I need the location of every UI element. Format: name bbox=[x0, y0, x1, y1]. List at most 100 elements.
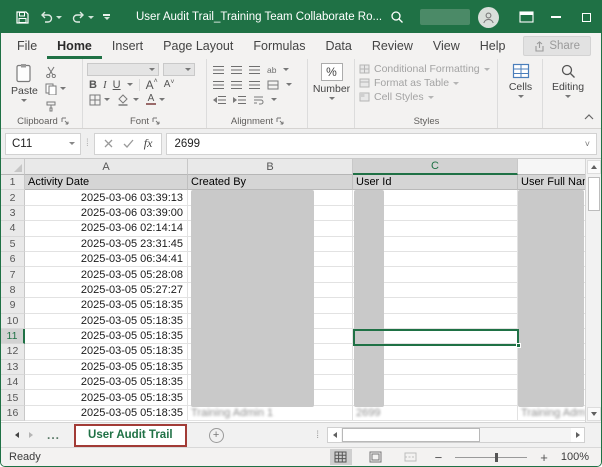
cell-A2[interactable]: 2025-03-06 03:39:13 bbox=[25, 190, 188, 205]
name-box-dropdown-icon[interactable] bbox=[69, 142, 75, 145]
fill-color-button[interactable] bbox=[117, 92, 139, 107]
increase-indent-icon[interactable] bbox=[233, 92, 246, 107]
row-header-2[interactable]: 2 bbox=[1, 190, 25, 205]
column-header-a[interactable]: A bbox=[25, 159, 188, 175]
cell-C1[interactable]: User Id bbox=[353, 175, 518, 190]
previous-sheet-icon[interactable] bbox=[15, 432, 19, 438]
page-layout-view-icon[interactable] bbox=[365, 449, 387, 465]
merge-center-dropdown-icon[interactable] bbox=[286, 83, 292, 86]
orientation-dropdown-icon[interactable] bbox=[283, 68, 289, 71]
cell-A13[interactable]: 2025-03-05 05:18:35 bbox=[25, 360, 188, 375]
format-painter-button[interactable] bbox=[45, 98, 66, 113]
account-avatar[interactable] bbox=[478, 7, 499, 28]
cut-button[interactable] bbox=[45, 64, 66, 79]
fill-color-dropdown-icon[interactable] bbox=[133, 98, 139, 101]
number-format-button[interactable]: % Number bbox=[309, 62, 354, 101]
cell-A14[interactable]: 2025-03-05 05:18:35 bbox=[25, 375, 188, 390]
scroll-down-icon[interactable] bbox=[587, 407, 601, 421]
more-sheets-icon[interactable]: ... bbox=[47, 428, 60, 442]
alignment-dialog-launcher[interactable] bbox=[276, 117, 284, 125]
column-header-b[interactable]: B bbox=[188, 159, 353, 175]
wrap-text-icon[interactable] bbox=[253, 95, 264, 105]
underline-dropdown-icon[interactable] bbox=[127, 83, 133, 86]
zoom-in-icon[interactable]: + bbox=[540, 450, 548, 465]
scroll-right-icon[interactable] bbox=[571, 428, 584, 442]
column-header-c[interactable]: C bbox=[353, 159, 518, 175]
wrap-text-dropdown-icon[interactable] bbox=[271, 98, 277, 101]
zoom-slider[interactable] bbox=[455, 457, 527, 458]
name-box[interactable]: C11 bbox=[5, 133, 81, 155]
paste-button[interactable]: Paste bbox=[7, 62, 42, 113]
number-dropdown-icon[interactable] bbox=[329, 97, 335, 100]
insert-function-icon[interactable]: fx bbox=[144, 136, 153, 151]
cell-A1[interactable]: Activity Date bbox=[25, 175, 188, 190]
undo-button[interactable] bbox=[39, 11, 62, 23]
cell-A5[interactable]: 2025-03-05 23:31:45 bbox=[25, 237, 188, 252]
align-left-icon[interactable] bbox=[213, 81, 224, 89]
underline-button[interactable]: U bbox=[113, 79, 121, 91]
borders-dropdown-icon[interactable] bbox=[104, 98, 110, 101]
row-header-8[interactable]: 8 bbox=[1, 283, 25, 298]
cell-B1[interactable]: Created By bbox=[188, 175, 353, 190]
orientation-icon[interactable]: ab bbox=[267, 65, 276, 75]
cell-C16[interactable]: 2699 bbox=[353, 406, 518, 421]
cell-A4[interactable]: 2025-03-06 02:14:14 bbox=[25, 221, 188, 236]
save-icon[interactable] bbox=[15, 10, 30, 25]
row-header-4[interactable]: 4 bbox=[1, 221, 25, 236]
align-bottom-icon[interactable] bbox=[249, 66, 260, 74]
vertical-scrollbar-thumb[interactable] bbox=[588, 177, 600, 211]
cell-A6[interactable]: 2025-03-05 06:34:41 bbox=[25, 252, 188, 267]
row-header-13[interactable]: 13 bbox=[1, 360, 25, 375]
scroll-left-icon[interactable] bbox=[328, 428, 341, 442]
horizontal-scrollbar[interactable] bbox=[327, 427, 585, 443]
cell-A3[interactable]: 2025-03-06 03:39:00 bbox=[25, 206, 188, 221]
row-header-16[interactable]: 16 bbox=[1, 406, 25, 421]
clipboard-dialog-launcher[interactable] bbox=[61, 117, 69, 125]
zoom-out-icon[interactable]: − bbox=[435, 450, 443, 465]
collapse-ribbon-icon[interactable] bbox=[584, 107, 594, 125]
align-right-icon[interactable] bbox=[249, 81, 260, 89]
italic-button[interactable]: I bbox=[103, 79, 107, 91]
cells-dropdown-icon[interactable] bbox=[518, 95, 524, 98]
shrink-font-button[interactable]: A˅ bbox=[164, 79, 175, 90]
maximize-button[interactable] bbox=[571, 1, 601, 33]
ribbon-tab-insert[interactable]: Insert bbox=[102, 33, 153, 59]
ribbon-tab-page-layout[interactable]: Page Layout bbox=[153, 33, 243, 59]
sheet-tab-user-audit-trail[interactable]: User Audit Trail bbox=[88, 429, 173, 441]
enter-icon[interactable] bbox=[123, 139, 134, 148]
merge-center-icon[interactable] bbox=[267, 80, 279, 90]
formula-bar-expand-icon[interactable]: ˅ bbox=[585, 139, 590, 149]
editing-dropdown-icon[interactable] bbox=[565, 95, 571, 98]
horizontal-scrollbar-thumb[interactable] bbox=[342, 428, 480, 442]
align-center-icon[interactable] bbox=[231, 81, 242, 89]
cell-A11[interactable]: 2025-03-05 05:18:35 bbox=[25, 329, 188, 344]
zoom-level[interactable]: 100% bbox=[561, 451, 589, 463]
cell-A10[interactable]: 2025-03-05 05:18:35 bbox=[25, 314, 188, 329]
cells-button[interactable]: Cells bbox=[505, 62, 536, 99]
page-break-preview-icon[interactable] bbox=[400, 449, 422, 465]
editing-button[interactable]: Editing bbox=[548, 62, 588, 99]
row-header-3[interactable]: 3 bbox=[1, 206, 25, 221]
row-header-11[interactable]: 11 bbox=[1, 329, 25, 344]
row-header-5[interactable]: 5 bbox=[1, 237, 25, 252]
search-icon[interactable] bbox=[382, 1, 412, 33]
ribbon-tab-review[interactable]: Review bbox=[362, 33, 423, 59]
row-header-15[interactable]: 15 bbox=[1, 390, 25, 405]
grow-font-button[interactable]: A˄ bbox=[146, 78, 158, 92]
font-dialog-launcher[interactable] bbox=[152, 117, 160, 125]
row-header-10[interactable]: 10 bbox=[1, 314, 25, 329]
ribbon-display-options-icon[interactable] bbox=[511, 1, 541, 33]
row-header-14[interactable]: 14 bbox=[1, 375, 25, 390]
new-sheet-icon[interactable]: + bbox=[209, 428, 224, 443]
row-header-1[interactable]: 1 bbox=[1, 175, 25, 190]
decrease-indent-icon[interactable] bbox=[213, 92, 226, 107]
row-header-9[interactable]: 9 bbox=[1, 298, 25, 313]
ribbon-tab-home[interactable]: Home bbox=[47, 33, 102, 59]
scroll-up-icon[interactable] bbox=[587, 160, 601, 174]
align-top-icon[interactable] bbox=[213, 66, 224, 74]
select-all-corner[interactable] bbox=[1, 159, 25, 175]
next-sheet-icon[interactable] bbox=[29, 432, 33, 438]
ribbon-tab-help[interactable]: Help bbox=[470, 33, 516, 59]
normal-view-icon[interactable] bbox=[330, 449, 352, 465]
cancel-icon[interactable] bbox=[104, 139, 113, 148]
